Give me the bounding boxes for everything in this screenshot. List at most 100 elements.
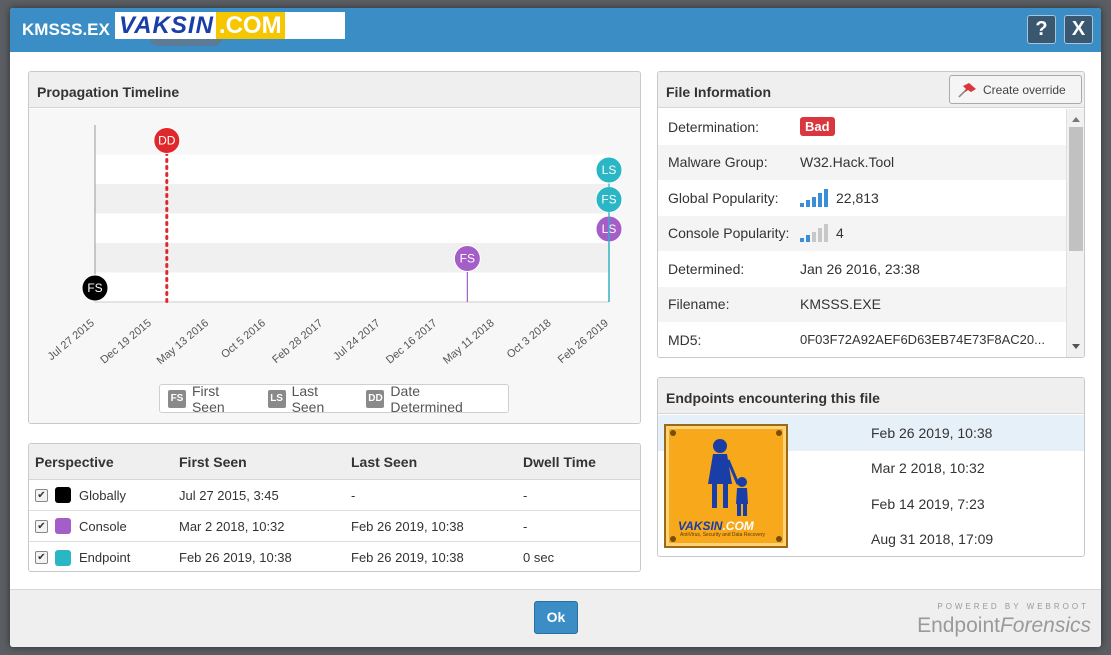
timeline-chart: Jul 27 2015 Dec 19 2015 May 13 2016 Oct 5 2… — [29, 109, 640, 423]
timeline-tick-label: Feb 28 2017 — [270, 317, 325, 366]
determined-row: Determined: Jan 26 2016, 23:38 — [658, 251, 1067, 287]
console-popularity-bars-icon — [800, 224, 830, 243]
file-info-scrollbar[interactable] — [1066, 109, 1084, 357]
last-seen-cell: Feb 26 2019, 10:38 — [351, 518, 464, 534]
dwell-time-cell: - — [523, 518, 528, 534]
dialog-footer: Ok POWERED BY WEBROOT EndpointForensics — [10, 589, 1101, 647]
scroll-down-icon[interactable] — [1072, 344, 1080, 349]
timeline-tick-label: Dec 19 2015 — [98, 317, 154, 366]
perspective-name: Console — [79, 518, 127, 534]
info-label: Determination: — [668, 118, 760, 135]
col-perspective: Perspective — [35, 453, 114, 470]
info-value: Jan 26 2016, 23:38 — [800, 260, 920, 277]
timeline-svg: Jul 27 2015 Dec 19 2015 May 13 2016 Oct 5 2… — [46, 125, 623, 367]
timeline-tick-label: May 11 2018 — [441, 317, 497, 367]
determination-row: Determination: Bad — [658, 109, 1067, 145]
timeline-tick-label: Dec 16 2017 — [384, 317, 440, 366]
timeline-title: Propagation Timeline — [29, 72, 640, 108]
brand-text-a: Endpoint — [917, 614, 1000, 637]
info-value: 4 — [836, 225, 844, 242]
timeline-tick-label: Oct 3 2018 — [505, 317, 554, 361]
file-details-dialog: KMSSS.EX VAKSIN .COM ? X Propagation Tim… — [10, 8, 1101, 647]
legend-ls-label: Last Seen — [291, 382, 325, 415]
perspective-name: Endpoint — [79, 550, 131, 565]
info-label: Malware Group: — [668, 154, 768, 171]
powered-by: POWERED BY WEBROOT — [937, 602, 1089, 611]
perspective-table: Perspective First Seen Last Seen Dwell T… — [28, 443, 641, 572]
table-row: ✔ Endpoint Feb 26 2019, 10:38 Feb 26 201… — [29, 542, 640, 571]
legend-first-seen: FS First Seen — [168, 383, 256, 415]
globally-checkbox[interactable]: ✔ — [35, 488, 48, 502]
dialog-title: KMSSS.EX — [22, 20, 110, 39]
endpoint-swatch — [55, 549, 71, 566]
determination-badge: Bad — [800, 117, 835, 137]
endpoint-date: Feb 14 2019, 7:23 — [871, 495, 985, 512]
timeline-tick-label: Feb 26 2019 — [556, 317, 611, 366]
endpoint-date: Aug 31 2018, 17:09 — [871, 531, 994, 548]
timeline-marker-label: FS — [87, 281, 102, 295]
watermark-text-a: VAKSIN — [119, 11, 214, 39]
info-value: 0F03F72A92AEF6D63EB74E73F8AC20... — [800, 332, 1045, 348]
last-seen-cell: Feb 26 2019, 10:38 — [351, 550, 464, 565]
col-last-seen: Last Seen — [351, 453, 418, 470]
endpoint-checkbox[interactable]: ✔ — [35, 551, 48, 564]
info-label: Global Popularity: — [668, 189, 779, 206]
info-value: 22,813 — [836, 189, 879, 206]
watermark-logo: VAKSIN.COM AntiVirus, Security and Data … — [664, 424, 788, 548]
ok-button[interactable]: Ok — [534, 601, 578, 634]
endpoints-title: Endpoints encountering this file — [658, 378, 1084, 414]
logo-text-a: VAKSIN — [678, 519, 723, 533]
first-seen-cell: Feb 26 2019, 10:38 — [179, 550, 292, 565]
first-seen-cell: Mar 2 2018, 10:32 — [179, 518, 285, 534]
timeline-tick-label: Oct 5 2016 — [219, 317, 268, 361]
timeline-marker-label: DD — [158, 134, 176, 148]
logo-text-b: .COM — [722, 519, 754, 533]
watermark-banner: VAKSIN .COM — [115, 12, 345, 39]
malware-group-row: Malware Group: W32.Hack.Tool — [658, 144, 1067, 180]
timeline-band — [95, 243, 609, 273]
endpoint-date: Feb 26 2019, 10:38 — [871, 424, 993, 441]
timeline-marker-label: LS — [602, 163, 617, 177]
propagation-timeline-panel: Propagation Timeline Jul 27 2015 Dec 19 2… — [28, 71, 641, 424]
console-checkbox[interactable]: ✔ — [35, 519, 48, 533]
last-seen-cell: - — [351, 487, 356, 503]
md5-row: MD5: 0F03F72A92AEF6D63EB74E73F8AC20... — [658, 322, 1067, 357]
timeline-band — [95, 213, 609, 243]
endpoint-date: Mar 2 2018, 10:32 — [871, 460, 985, 477]
info-label: MD5: — [668, 331, 702, 348]
perspective-name: Globally — [79, 487, 126, 503]
watermark-logo-sub: AntiVirus, Security and Data Recovery — [680, 532, 765, 538]
globally-swatch — [55, 487, 71, 503]
timeline-tick-label: Jul 27 2015 — [46, 317, 97, 363]
legend-fs-box: FS — [168, 389, 186, 408]
perspective-table-header: Perspective First Seen Last Seen Dwell T… — [29, 444, 640, 480]
info-label: Filename: — [668, 296, 730, 313]
col-dwell-time: Dwell Time — [523, 453, 596, 470]
timeline-band — [95, 184, 609, 214]
first-seen-cell: Jul 27 2015, 3:45 — [179, 487, 279, 503]
legend-dd-label: Date Determined — [390, 382, 463, 415]
create-override-button[interactable]: Create override — [949, 75, 1082, 104]
scroll-up-icon[interactable] — [1072, 117, 1080, 122]
brand-text-b: Forensics — [999, 614, 1091, 637]
file-information-panel: File Information Create override Determi… — [657, 71, 1085, 358]
dialog-titlebar: KMSSS.EX VAKSIN .COM ? X — [10, 8, 1101, 52]
timeline-band — [95, 272, 609, 302]
timeline-tick-label: Jul 24 2017 — [331, 317, 382, 363]
file-info-list: Determination: Bad Malware Group: W32.Ha… — [658, 109, 1067, 357]
info-label: Determined: — [668, 260, 745, 277]
close-button[interactable]: X — [1064, 15, 1093, 44]
console-popularity-row: Console Popularity: 4 — [658, 215, 1067, 251]
legend-dd-box: DD — [366, 389, 385, 408]
legend-ls-box: LS — [267, 389, 286, 408]
scroll-thumb[interactable] — [1069, 127, 1083, 251]
legend-date-determined: DD Date Determined — [366, 383, 496, 415]
watermark-text-b: .COM — [215, 12, 285, 39]
brand-logo: EndpointForensics — [917, 614, 1091, 638]
timeline-marker-label: FS — [460, 252, 475, 266]
watermark-logo-text: VAKSIN.COM — [678, 519, 754, 533]
timeline-legend: FS First Seen LS Last Seen DD Date Deter… — [159, 382, 509, 415]
help-button[interactable]: ? — [1027, 15, 1056, 44]
info-value: KMSSS.EXE — [800, 296, 881, 313]
table-row: ✔ Globally Jul 27 2015, 3:45 - - — [29, 480, 640, 511]
